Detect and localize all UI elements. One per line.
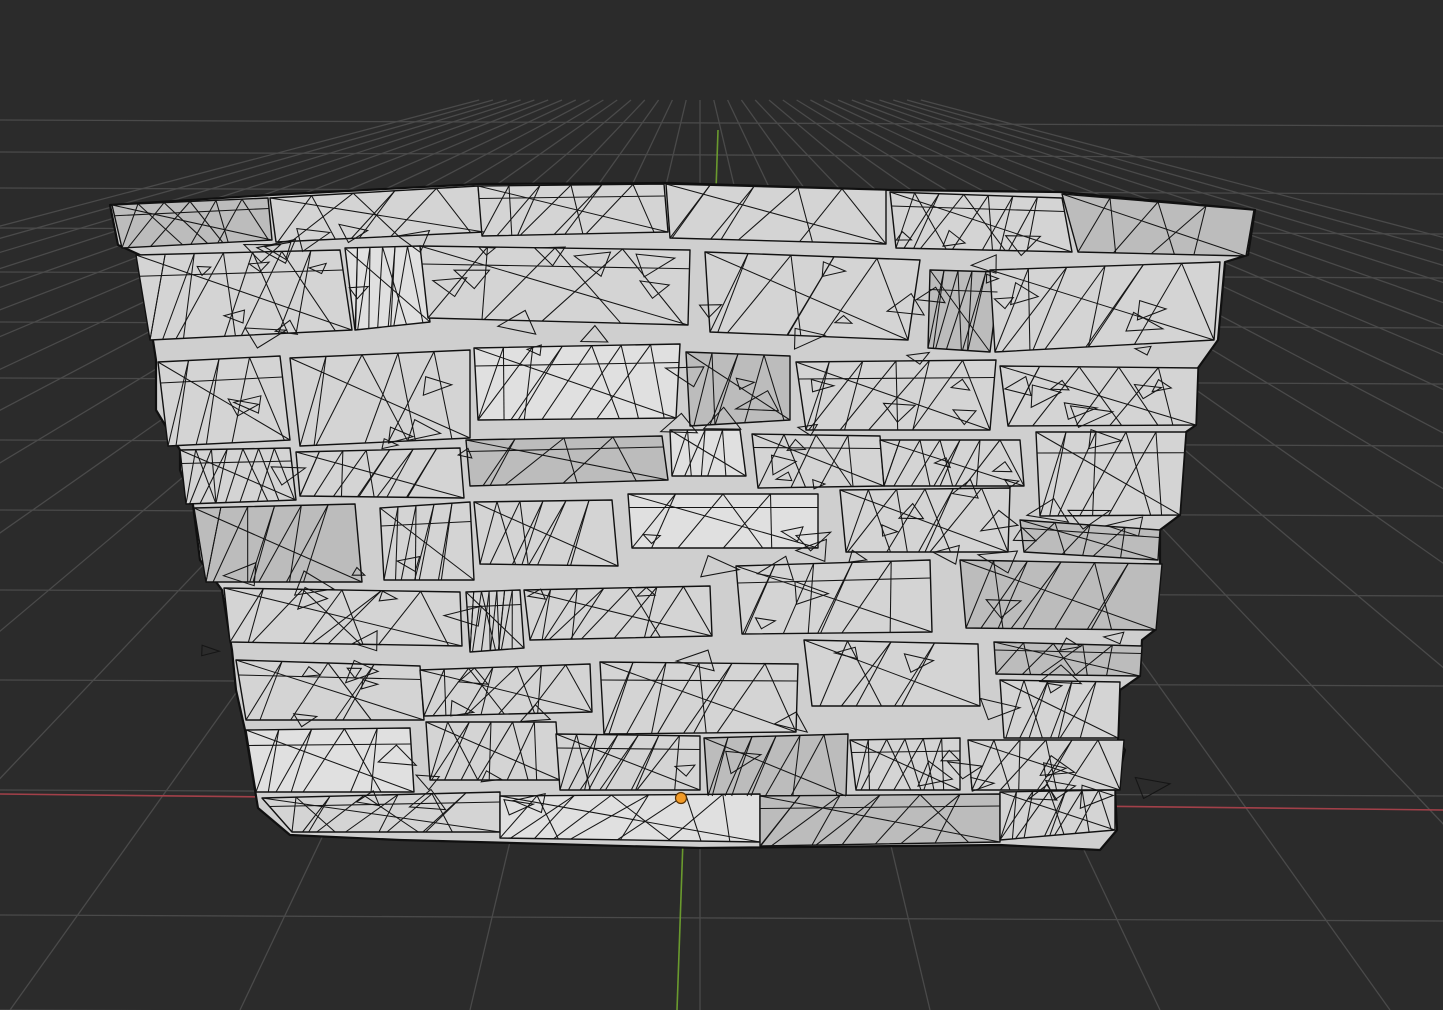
viewport-canvas[interactable] bbox=[0, 0, 1443, 1010]
mesh-face bbox=[201, 644, 222, 657]
y-axis-line-upper bbox=[715, 129, 719, 191]
wall-stone bbox=[989, 261, 1221, 353]
wall-stones bbox=[111, 183, 1255, 847]
grid-line-h bbox=[0, 914, 1443, 922]
object-origin-point[interactable] bbox=[674, 791, 688, 805]
wall-stone bbox=[295, 447, 465, 499]
mesh-edge bbox=[502, 347, 505, 420]
3d-viewport[interactable] bbox=[0, 0, 1443, 1010]
wall-stone bbox=[465, 435, 669, 487]
grid-line-h bbox=[0, 119, 1443, 127]
y-axis-line-lower bbox=[676, 839, 684, 1010]
wall-stone bbox=[704, 251, 921, 341]
wall-stone bbox=[179, 447, 297, 505]
wall-stone bbox=[135, 249, 353, 341]
wall-stone bbox=[465, 589, 525, 653]
grid-line-h bbox=[0, 151, 1443, 159]
wall-stone bbox=[735, 559, 933, 635]
stone-wall-mesh[interactable] bbox=[108, 181, 1257, 852]
